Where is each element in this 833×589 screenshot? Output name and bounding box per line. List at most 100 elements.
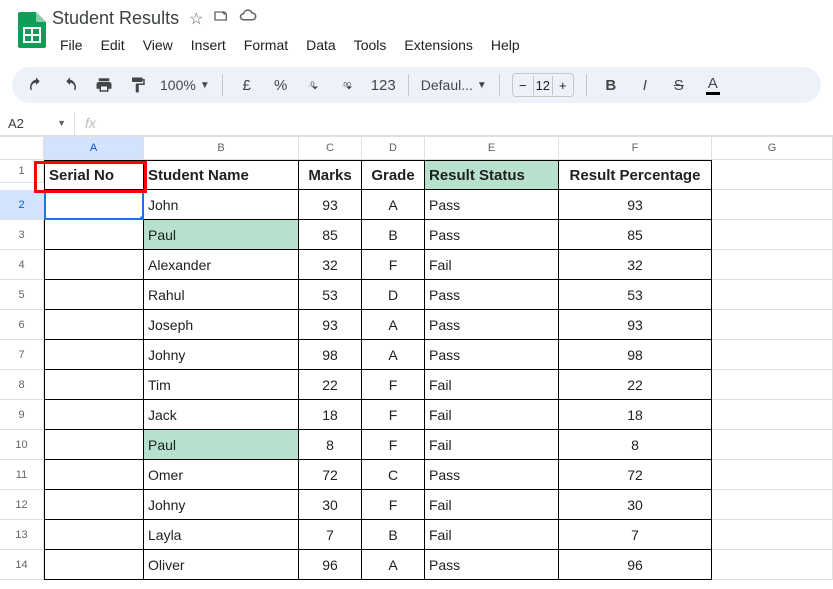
cell-e4[interactable]: Fail bbox=[425, 250, 559, 280]
percent-button[interactable]: % bbox=[269, 73, 293, 97]
cell-e14[interactable]: Pass bbox=[425, 550, 559, 580]
zoom-select[interactable]: 100%▼ bbox=[160, 77, 210, 93]
cell-d1[interactable]: Grade bbox=[362, 160, 425, 190]
cell-g10[interactable] bbox=[712, 430, 833, 460]
paint-format-button[interactable] bbox=[126, 73, 150, 97]
col-header-D[interactable]: D bbox=[362, 137, 425, 160]
cell-b12[interactable]: Johny bbox=[144, 490, 299, 520]
move-icon[interactable] bbox=[213, 8, 229, 29]
formula-input[interactable] bbox=[106, 111, 833, 135]
cell-a8[interactable] bbox=[44, 370, 144, 400]
cell-a12[interactable] bbox=[44, 490, 144, 520]
cell-d8[interactable]: F bbox=[362, 370, 425, 400]
menu-item-help[interactable]: Help bbox=[483, 33, 528, 57]
print-button[interactable] bbox=[92, 73, 116, 97]
row-header-12[interactable]: 12 bbox=[0, 490, 44, 520]
cell-f10[interactable]: 8 bbox=[559, 430, 712, 460]
cell-f3[interactable]: 85 bbox=[559, 220, 712, 250]
cell-g11[interactable] bbox=[712, 460, 833, 490]
font-size-value[interactable]: 12 bbox=[533, 76, 553, 95]
cell-e2[interactable]: Pass bbox=[425, 190, 559, 220]
cell-f7[interactable]: 98 bbox=[559, 340, 712, 370]
row-header-1[interactable]: 1 bbox=[0, 160, 44, 183]
row-header-3[interactable]: 3 bbox=[0, 220, 44, 250]
menu-item-data[interactable]: Data bbox=[298, 33, 344, 57]
currency-button[interactable]: £ bbox=[235, 73, 259, 97]
italic-button[interactable]: I bbox=[633, 73, 657, 97]
name-box[interactable]: A2▼ bbox=[0, 112, 75, 135]
cell-a1[interactable]: Serial No bbox=[44, 160, 144, 190]
cell-a2[interactable] bbox=[44, 190, 144, 220]
cell-g9[interactable] bbox=[712, 400, 833, 430]
cell-e7[interactable]: Pass bbox=[425, 340, 559, 370]
cell-d13[interactable]: B bbox=[362, 520, 425, 550]
cell-g5[interactable] bbox=[712, 280, 833, 310]
cell-e10[interactable]: Fail bbox=[425, 430, 559, 460]
select-all-corner[interactable] bbox=[0, 137, 44, 160]
menu-item-file[interactable]: File bbox=[52, 33, 91, 57]
cell-g2[interactable] bbox=[712, 190, 833, 220]
cell-g13[interactable] bbox=[712, 520, 833, 550]
cell-d4[interactable]: F bbox=[362, 250, 425, 280]
row-header-8[interactable]: 8 bbox=[0, 370, 44, 400]
col-header-B[interactable]: B bbox=[144, 137, 299, 160]
cell-e1[interactable]: Result Status bbox=[425, 160, 559, 190]
cell-b1[interactable]: Student Name bbox=[144, 160, 299, 190]
cell-c12[interactable]: 30 bbox=[299, 490, 362, 520]
menu-item-tools[interactable]: Tools bbox=[346, 33, 395, 57]
row-header-2[interactable]: 2 bbox=[0, 190, 44, 220]
cell-a4[interactable] bbox=[44, 250, 144, 280]
cell-c11[interactable]: 72 bbox=[299, 460, 362, 490]
cell-a3[interactable] bbox=[44, 220, 144, 250]
cell-d6[interactable]: A bbox=[362, 310, 425, 340]
cell-c13[interactable]: 7 bbox=[299, 520, 362, 550]
col-header-F[interactable]: F bbox=[559, 137, 712, 160]
cell-e11[interactable]: Pass bbox=[425, 460, 559, 490]
cell-e3[interactable]: Pass bbox=[425, 220, 559, 250]
row-header-13[interactable]: 13 bbox=[0, 520, 44, 550]
col-header-G[interactable]: G bbox=[712, 137, 833, 160]
cell-f11[interactable]: 72 bbox=[559, 460, 712, 490]
menu-item-insert[interactable]: Insert bbox=[183, 33, 234, 57]
cell-c2[interactable]: 93 bbox=[299, 190, 362, 220]
cell-c10[interactable]: 8 bbox=[299, 430, 362, 460]
undo-button[interactable] bbox=[24, 73, 48, 97]
cell-f2[interactable]: 93 bbox=[559, 190, 712, 220]
cell-c5[interactable]: 53 bbox=[299, 280, 362, 310]
cell-c1[interactable]: Marks bbox=[299, 160, 362, 190]
row-header-4[interactable]: 4 bbox=[0, 250, 44, 280]
row-header-5[interactable]: 5 bbox=[0, 280, 44, 310]
cell-c8[interactable]: 22 bbox=[299, 370, 362, 400]
cell-c14[interactable]: 96 bbox=[299, 550, 362, 580]
cell-g8[interactable] bbox=[712, 370, 833, 400]
cell-a13[interactable] bbox=[44, 520, 144, 550]
row-header-9[interactable]: 9 bbox=[0, 400, 44, 430]
cell-d2[interactable]: A bbox=[362, 190, 425, 220]
cell-d7[interactable]: A bbox=[362, 340, 425, 370]
cell-f6[interactable]: 93 bbox=[559, 310, 712, 340]
cell-e9[interactable]: Fail bbox=[425, 400, 559, 430]
cell-f5[interactable]: 53 bbox=[559, 280, 712, 310]
cell-g1[interactable] bbox=[712, 160, 833, 190]
cell-b6[interactable]: Joseph bbox=[144, 310, 299, 340]
redo-button[interactable] bbox=[58, 73, 82, 97]
increase-decimal-button[interactable]: .00 bbox=[337, 73, 361, 97]
cell-d3[interactable]: B bbox=[362, 220, 425, 250]
spreadsheet-grid[interactable]: ABCDEFG1Serial NoStudent NameMarksGradeR… bbox=[0, 136, 833, 580]
strike-button[interactable]: S bbox=[667, 73, 691, 97]
row-header-14[interactable]: 14 bbox=[0, 550, 44, 580]
cell-b11[interactable]: Omer bbox=[144, 460, 299, 490]
menu-item-view[interactable]: View bbox=[135, 33, 181, 57]
cell-f9[interactable]: 18 bbox=[559, 400, 712, 430]
row-header-6[interactable]: 6 bbox=[0, 310, 44, 340]
cell-g14[interactable] bbox=[712, 550, 833, 580]
col-header-A[interactable]: A bbox=[44, 137, 144, 160]
cell-d9[interactable]: F bbox=[362, 400, 425, 430]
bold-button[interactable]: B bbox=[599, 73, 623, 97]
cell-c3[interactable]: 85 bbox=[299, 220, 362, 250]
col-header-E[interactable]: E bbox=[425, 137, 559, 160]
cell-b13[interactable]: Layla bbox=[144, 520, 299, 550]
star-icon[interactable]: ☆ bbox=[189, 9, 203, 29]
row-header-10[interactable]: 10 bbox=[0, 430, 44, 460]
cell-b4[interactable]: Alexander bbox=[144, 250, 299, 280]
